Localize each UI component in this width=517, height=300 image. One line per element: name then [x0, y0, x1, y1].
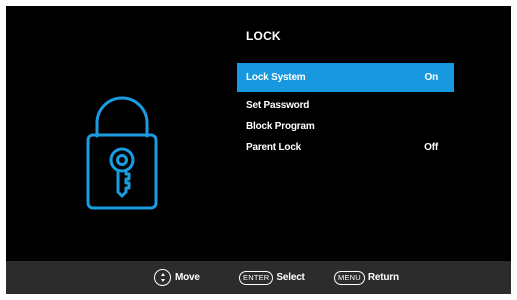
menu-item-label: Lock System [246, 72, 306, 83]
move-hint: Move [154, 261, 200, 294]
menu-item-label: Set Password [246, 100, 310, 111]
tv-screen: LOCK Lock System On Set Password Block P… [6, 6, 511, 294]
menu-item-value: Off [424, 142, 438, 153]
menu-item-label: Block Program [246, 121, 315, 132]
return-label: Return [367, 272, 399, 283]
padlock-shackle [95, 96, 149, 138]
footer-hint-bar: Move ENTER Select MENU Return [6, 261, 511, 294]
menu-title: LOCK [246, 29, 281, 43]
key-hole [116, 154, 128, 166]
menu-item-set-password[interactable]: Set Password [237, 95, 454, 116]
menu-item-lock-system[interactable]: Lock System On [237, 63, 454, 92]
key-bow [109, 147, 135, 173]
key-blade [116, 169, 131, 198]
select-label: Select [276, 272, 305, 283]
up-down-arrows-icon [154, 269, 171, 286]
lock-menu-list: Lock System On Set Password Block Progra… [237, 63, 454, 159]
menu-key-icon: MENU [334, 270, 365, 285]
menu-item-block-program[interactable]: Block Program [237, 116, 454, 137]
select-hint: ENTER Select [239, 261, 305, 294]
return-hint: MENU Return [334, 261, 399, 294]
padlock-key-icon [86, 96, 158, 210]
menu-item-label: Parent Lock [246, 142, 302, 153]
menu-item-parent-lock[interactable]: Parent Lock Off [237, 137, 454, 159]
menu-item-value: On [424, 72, 439, 83]
move-label: Move [175, 272, 200, 283]
enter-key-icon: ENTER [239, 270, 274, 285]
